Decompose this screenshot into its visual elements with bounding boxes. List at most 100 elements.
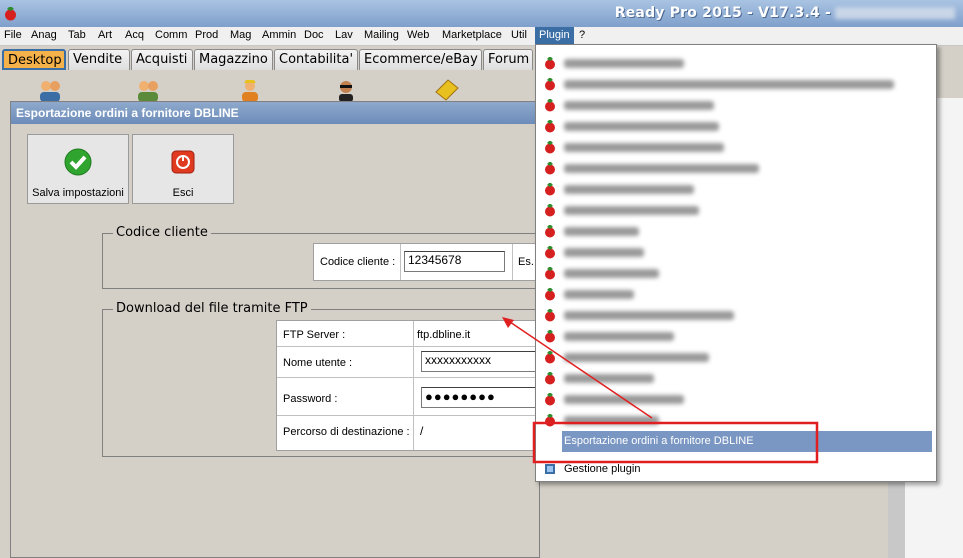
menu-ammin[interactable]: Ammin <box>262 29 296 41</box>
tab-contabilita[interactable]: Contabilita' <box>274 49 358 70</box>
window-title: Ready Pro 2015 - V17.3.4 - <box>615 5 955 21</box>
save-button[interactable]: Salva impostazioni <box>27 134 129 204</box>
strawberry-icon <box>545 120 555 133</box>
tab-vendite[interactable]: Vendite <box>68 49 130 70</box>
plugin-item-redacted[interactable] <box>536 137 934 158</box>
plugin-item-redacted[interactable] <box>536 305 934 326</box>
menu-web[interactable]: Web <box>407 29 429 41</box>
strawberry-icon <box>545 414 555 427</box>
codice-cliente-row: Codice cliente : 12345678 Es. <box>313 243 543 281</box>
menu-prod[interactable]: Prod <box>195 29 218 41</box>
menu-doc[interactable]: Doc <box>304 29 324 41</box>
group-codice-cliente: Codice cliente Codice cliente : 12345678… <box>102 225 543 289</box>
codice-cliente-label: Codice cliente : <box>320 256 396 268</box>
strawberry-icon <box>545 183 555 196</box>
save-button-label: Salva impostazioni <box>32 187 124 199</box>
agent-icon[interactable] <box>332 78 360 102</box>
menu-tab[interactable]: Tab <box>68 29 86 41</box>
strawberry-icon <box>545 288 555 301</box>
plugin-item-redacted[interactable] <box>536 263 934 284</box>
tab-desktop[interactable]: Desktop <box>2 49 66 70</box>
plugin-item-gestione[interactable]: Gestione plugin <box>536 459 934 480</box>
redacted-text <box>564 248 644 257</box>
plugin-item-redacted[interactable] <box>536 200 934 221</box>
strawberry-icon <box>545 99 555 112</box>
redacted-text <box>564 80 894 89</box>
menu-file[interactable]: File <box>4 29 22 41</box>
plugin-item-esportazione-label: Esportazione ordini a fornitore DBLINE <box>564 435 754 447</box>
tab-magazzino[interactable]: Magazzino <box>194 49 273 70</box>
menu-lav[interactable]: Lav <box>335 29 353 41</box>
plugin-item-redacted[interactable] <box>536 368 934 389</box>
plugin-item-redacted[interactable] <box>536 221 934 242</box>
menu-help[interactable]: ? <box>579 29 585 41</box>
redacted-text <box>564 143 724 152</box>
plugin-manage-icon <box>545 464 555 474</box>
strawberry-icon <box>545 57 555 70</box>
plugin-item-redacted[interactable] <box>536 53 934 74</box>
plugin-item-redacted[interactable] <box>536 284 934 305</box>
menu-util[interactable]: Util <box>511 29 527 41</box>
dialog-title: Esportazione ordini a fornitore DBLINE <box>11 102 539 124</box>
plugin-item-redacted[interactable] <box>536 116 934 137</box>
ftp-server-label: FTP Server : <box>283 329 346 341</box>
menu-mag[interactable]: Mag <box>230 29 251 41</box>
plugin-item-redacted[interactable] <box>536 242 934 263</box>
menu-mailing[interactable]: Mailing <box>364 29 399 41</box>
redacted-text <box>564 416 659 425</box>
strawberry-icon <box>545 162 555 175</box>
example-label: Es. <box>518 256 534 268</box>
menu-comm[interactable]: Comm <box>155 29 187 41</box>
notebook-icon[interactable] <box>432 78 460 102</box>
path-input[interactable]: / <box>417 423 537 441</box>
menu-art[interactable]: Art <box>98 29 112 41</box>
export-dialog: Esportazione ordini a fornitore DBLINE S… <box>10 101 543 558</box>
ftp-table: FTP Server : ftp.dbline.it Nome utente :… <box>276 320 543 451</box>
redacted-text <box>564 122 719 131</box>
worker-icon[interactable] <box>236 78 264 102</box>
menu-anag[interactable]: Anag <box>31 29 57 41</box>
redacted-text <box>564 164 759 173</box>
tab-acquisti[interactable]: Acquisti <box>131 49 193 70</box>
strawberry-icon <box>545 246 555 259</box>
plugin-item-esportazione-dbline[interactable]: Esportazione ordini a fornitore DBLINE <box>562 431 932 452</box>
plugin-item-redacted[interactable] <box>536 389 934 410</box>
tab-ecommerce[interactable]: Ecommerce/eBay <box>359 49 482 70</box>
group-ftp-title: Download del file tramite FTP <box>113 301 311 316</box>
menu-acq[interactable]: Acq <box>125 29 144 41</box>
redacted-text <box>564 185 694 194</box>
power-icon <box>171 150 195 174</box>
strawberry-icon <box>5 7 16 21</box>
menu-marketplace[interactable]: Marketplace <box>442 29 502 41</box>
exit-button[interactable]: Esci <box>132 134 234 204</box>
password-label: Password : <box>283 393 338 405</box>
plugin-item-redacted[interactable] <box>536 74 934 95</box>
redacted-text <box>564 374 654 383</box>
redacted-text <box>564 353 709 362</box>
plugin-item-redacted[interactable] <box>536 158 934 179</box>
plugin-item-redacted[interactable] <box>536 95 934 116</box>
tab-forum[interactable]: Forum <box>483 49 533 70</box>
strawberry-icon <box>545 267 555 280</box>
redacted-text <box>564 332 674 341</box>
redacted-text <box>564 206 699 215</box>
plugin-item-redacted[interactable] <box>536 326 934 347</box>
group-codice-cliente-title: Codice cliente <box>113 225 211 240</box>
plugin-item-redacted[interactable] <box>536 179 934 200</box>
strawberry-icon <box>545 204 555 217</box>
password-input[interactable]: ●●●●●●●● <box>421 387 541 408</box>
strawberry-icon <box>545 309 555 322</box>
redacted-text <box>564 227 639 236</box>
redacted-text <box>564 59 684 68</box>
codice-cliente-input[interactable]: 12345678 <box>404 251 505 272</box>
plugin-item-redacted[interactable] <box>536 347 934 368</box>
users-group-icon[interactable] <box>134 78 162 102</box>
checkmark-icon <box>64 148 92 176</box>
plugin-item-redacted[interactable] <box>536 410 934 431</box>
redacted-text <box>564 311 734 320</box>
username-input[interactable]: xxxxxxxxxxx <box>421 351 541 372</box>
title-bar: Ready Pro 2015 - V17.3.4 - <box>0 0 963 27</box>
users-icon[interactable] <box>36 78 64 102</box>
redacted-text <box>564 290 634 299</box>
path-label: Percorso di destinazione : <box>283 426 410 438</box>
